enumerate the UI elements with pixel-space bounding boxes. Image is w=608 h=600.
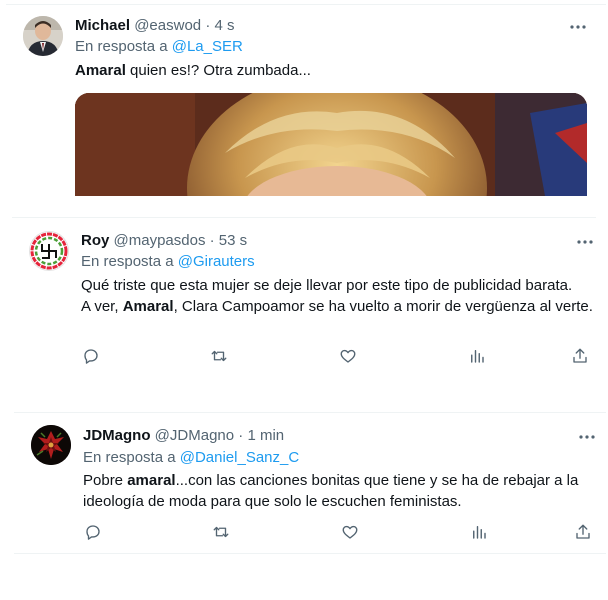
tweet-media[interactable]: [75, 93, 587, 196]
divider: [14, 553, 606, 554]
separator-dot: ·: [238, 427, 244, 444]
text-body: A ver,: [81, 298, 123, 315]
like-icon: [340, 349, 356, 363]
divider: [12, 217, 596, 218]
author-handle[interactable]: @JDMagno: [155, 427, 234, 444]
avatar[interactable]: [31, 425, 71, 465]
timestamp[interactable]: 53 s: [219, 232, 247, 249]
avatar-image: [23, 16, 63, 56]
avatar[interactable]: [29, 231, 69, 271]
text-line: A ver, Amaral, Clara Campoamor se ha vue…: [81, 296, 596, 317]
avatar-image: [30, 232, 68, 270]
text-body: quien es!? Otra zumbada...: [125, 62, 311, 79]
text-highlight: Amaral: [122, 298, 174, 315]
reply-icon: [84, 349, 98, 364]
media-image: [75, 93, 587, 196]
avatar-image: [31, 425, 71, 465]
text-body: Pobre: [83, 472, 128, 489]
tweet-header: Roy @maypasdos · 53 s: [81, 231, 247, 251]
more-icon: [570, 25, 586, 29]
share-icon: [576, 524, 590, 539]
separator-dot: ·: [205, 17, 211, 34]
share-icon: [573, 348, 587, 363]
reply-button[interactable]: [81, 346, 101, 366]
like-icon: [342, 525, 358, 539]
reply-context: En resposta a @Daniel_Sanz_C: [83, 448, 299, 468]
author-name[interactable]: JDMagno: [83, 427, 151, 444]
views-button[interactable]: [469, 522, 489, 542]
reply-context: En resposta a @La_SER: [75, 37, 243, 57]
views-icon: [471, 350, 484, 363]
views-button[interactable]: [467, 346, 487, 366]
reply-mention[interactable]: @Daniel_Sanz_C: [180, 449, 299, 466]
tweet[interactable]: Roy @maypasdos · 53 s En resposta a @Gir…: [12, 217, 596, 378]
like-button[interactable]: [338, 346, 358, 366]
more-button[interactable]: [575, 232, 595, 252]
timestamp[interactable]: 4 s: [214, 17, 234, 34]
tweet-actions: [81, 346, 591, 366]
author-name[interactable]: Michael: [75, 17, 130, 34]
tweet-text: Pobre amaral...con las canciones bonitas…: [83, 470, 591, 512]
reply-context: En resposta a @Girauters: [81, 252, 255, 272]
tweet-header: Michael @easwod · 4 s: [75, 16, 235, 36]
reply-prefix: En resposta a: [81, 253, 174, 270]
more-icon: [577, 240, 593, 244]
author-name[interactable]: Roy: [81, 232, 109, 249]
avatar[interactable]: [23, 16, 63, 56]
timestamp[interactable]: 1 min: [247, 427, 284, 444]
tweet[interactable]: Michael @easwod · 4 s En resposta a @La_…: [6, 4, 606, 196]
retweet-icon: [213, 526, 229, 538]
text-line: Qué triste que esta mujer se deje llevar…: [81, 277, 573, 294]
text-body: , Clara Campoamor se ha vuelto a morir d…: [173, 298, 593, 315]
more-button[interactable]: [568, 17, 588, 37]
reply-mention[interactable]: @La_SER: [172, 38, 243, 55]
views-icon: [473, 526, 486, 539]
separator-dot: ·: [209, 232, 215, 249]
share-button[interactable]: [570, 346, 590, 366]
author-handle[interactable]: @easwod: [134, 17, 201, 34]
reply-prefix: En resposta a: [75, 38, 168, 55]
divider: [6, 4, 606, 5]
divider: [14, 412, 606, 413]
tweet-actions: [83, 522, 593, 542]
more-icon: [579, 435, 595, 439]
tweet-header: JDMagno @JDMagno · 1 min: [83, 426, 284, 446]
share-button[interactable]: [573, 522, 593, 542]
like-button[interactable]: [340, 522, 360, 542]
retweet-icon: [211, 350, 227, 362]
reply-button[interactable]: [83, 522, 103, 542]
tweet[interactable]: JDMagno @JDMagno · 1 min En resposta a @…: [14, 412, 606, 554]
tweet-text: Amaral quien es!? Otra zumbada...: [75, 60, 590, 81]
reply-mention[interactable]: @Girauters: [178, 253, 255, 270]
retweet-button[interactable]: [211, 522, 231, 542]
tweet-text: Qué triste que esta mujer se deje llevar…: [81, 275, 596, 317]
more-button[interactable]: [577, 427, 597, 447]
text-highlight: Amaral: [75, 62, 126, 79]
author-handle[interactable]: @maypasdos: [114, 232, 206, 249]
retweet-button[interactable]: [209, 346, 229, 366]
text-highlight: amaral: [127, 472, 176, 489]
reply-prefix: En resposta a: [83, 449, 176, 466]
reply-icon: [86, 525, 100, 540]
